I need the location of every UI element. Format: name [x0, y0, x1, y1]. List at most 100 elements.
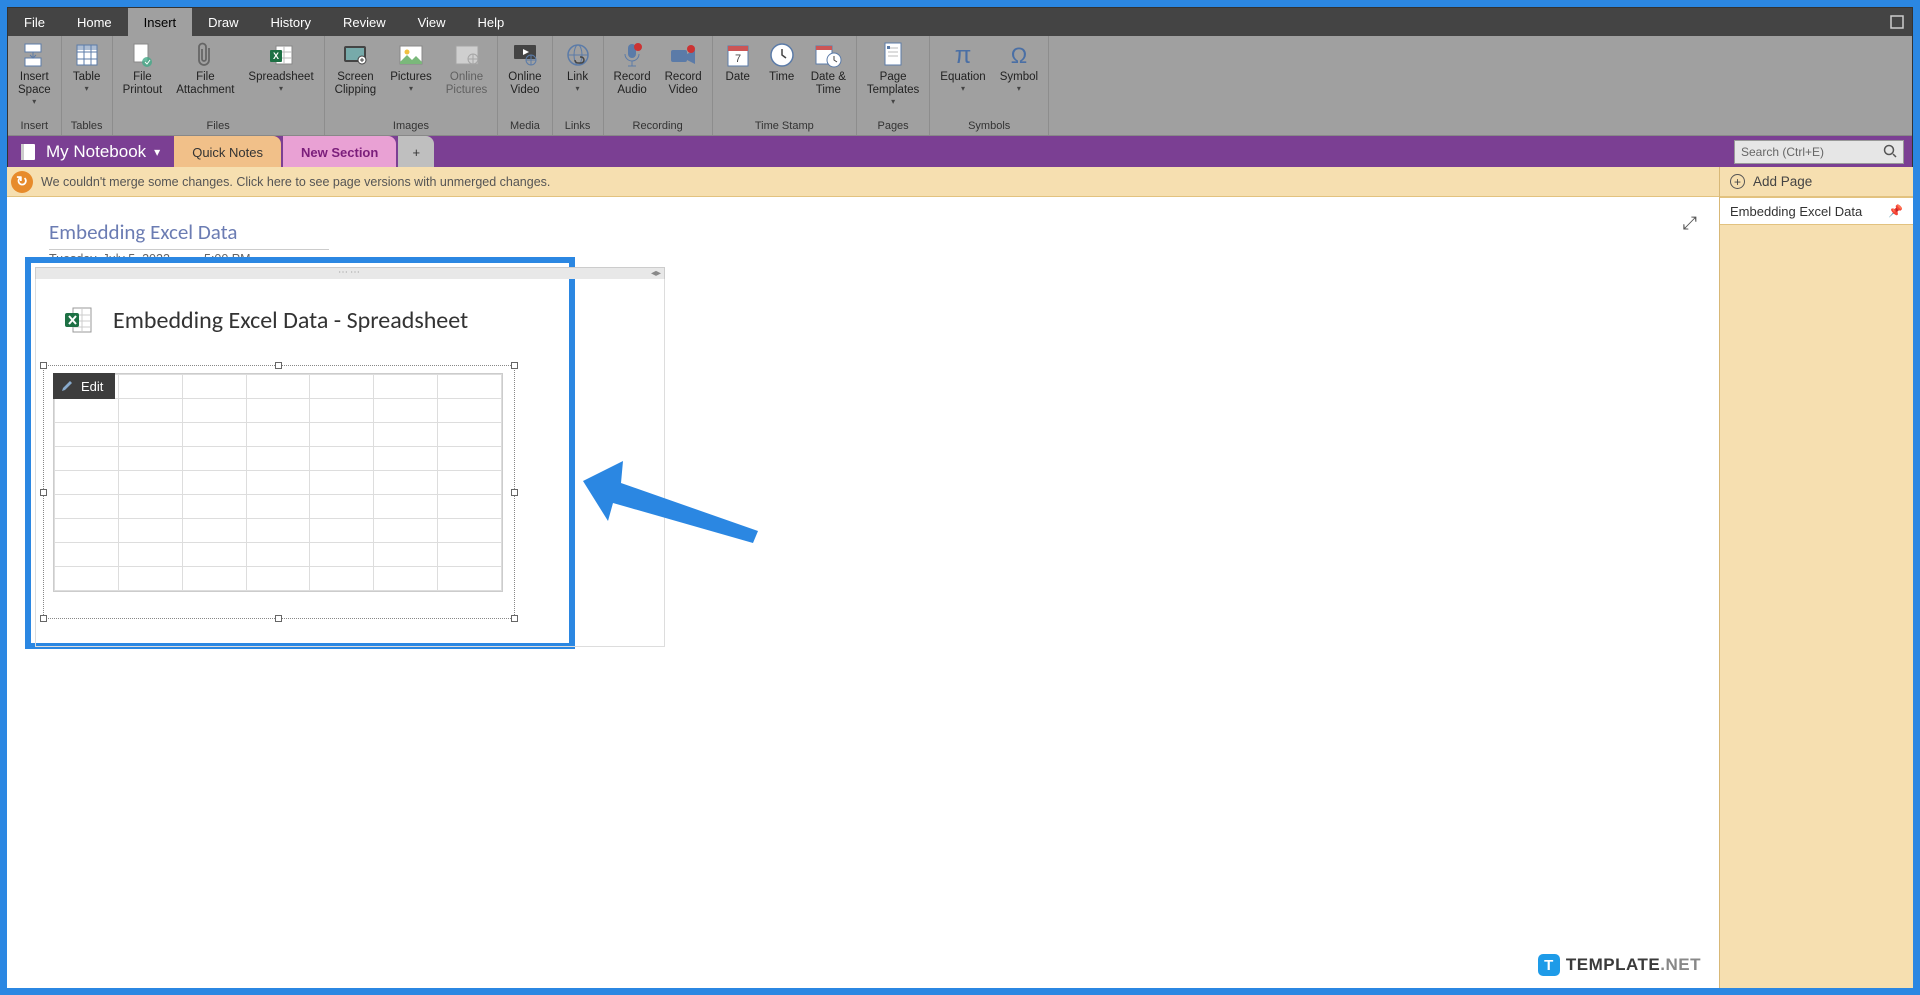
online-pictures-label: Online Pictures: [446, 71, 488, 97]
menu-file[interactable]: File: [8, 8, 61, 36]
menu-view[interactable]: View: [402, 8, 462, 36]
time-button[interactable]: Time: [761, 38, 803, 84]
page-surface[interactable]: ⤢ Embedding Excel Data Tuesday, July 5, …: [7, 197, 1719, 988]
group-symbols-label: Symbols: [934, 118, 1044, 135]
menu-help[interactable]: Help: [462, 8, 521, 36]
resize-handle-bl[interactable]: [40, 615, 47, 622]
resize-handle-tm[interactable]: [275, 362, 282, 369]
watermark-logo-icon: T: [1538, 954, 1560, 976]
date-button[interactable]: 7 Date: [717, 38, 759, 84]
page-title[interactable]: Embedding Excel Data: [49, 219, 329, 245]
notebook-icon: [18, 142, 38, 162]
embedded-object-title: Embedding Excel Data - Spreadsheet: [113, 306, 468, 335]
pictures-button[interactable]: Pictures ▾: [384, 38, 438, 93]
embedded-spreadsheet[interactable]: [53, 373, 503, 592]
search-input[interactable]: Search (Ctrl+E): [1734, 140, 1904, 164]
search-placeholder: Search (Ctrl+E): [1741, 145, 1824, 159]
online-pictures-icon: [453, 41, 481, 69]
menu-review[interactable]: Review: [327, 8, 402, 36]
insert-space-icon: [20, 41, 48, 69]
symbol-button[interactable]: Ω Symbol ▾: [994, 38, 1044, 93]
expand-icon[interactable]: ⤢: [1683, 213, 1697, 234]
spreadsheet-button[interactable]: X Spreadsheet ▾: [242, 38, 319, 93]
screen-clipping-label: Screen Clipping: [335, 71, 377, 97]
page-list-item-label: Embedding Excel Data: [1730, 204, 1862, 219]
file-attachment-button[interactable]: File Attachment: [170, 38, 240, 97]
notebook-title: My Notebook: [46, 142, 146, 162]
resize-handle-ml[interactable]: [40, 489, 47, 496]
resize-handle-tr[interactable]: [511, 362, 518, 369]
table-icon: [73, 41, 101, 69]
link-button[interactable]: Link ▾: [557, 38, 599, 93]
container-resize-handle[interactable]: ◂▸: [651, 268, 661, 279]
resize-handle-mr[interactable]: [511, 489, 518, 496]
warning-text: We couldn't merge some changes. Click he…: [41, 175, 550, 189]
svg-text:Ω: Ω: [1011, 43, 1027, 67]
group-pages-label: Pages: [861, 118, 925, 135]
group-media-label: Media: [502, 118, 547, 135]
watermark: T TEMPLATE.NET: [1538, 954, 1701, 976]
equation-button[interactable]: π Equation ▾: [934, 38, 991, 93]
insert-space-button[interactable]: Insert Space ▾: [12, 38, 57, 106]
microphone-icon: [618, 41, 646, 69]
tab-add-section[interactable]: +: [398, 136, 434, 168]
edit-button[interactable]: Edit: [53, 373, 115, 399]
merge-warning-bar[interactable]: ↻ We couldn't merge some changes. Click …: [7, 167, 1719, 197]
menu-home[interactable]: Home: [61, 8, 128, 36]
page-templates-icon: [879, 41, 907, 69]
online-video-icon: [511, 41, 539, 69]
menu-insert[interactable]: Insert: [128, 8, 193, 36]
screen-clipping-button[interactable]: Screen Clipping: [329, 38, 383, 97]
page-templates-button[interactable]: Page Templates ▾: [861, 38, 925, 106]
screen-clipping-icon: [341, 41, 369, 69]
page-list: + Add Page Embedding Excel Data 📌: [1719, 167, 1913, 988]
group-recording-label: Recording: [608, 118, 708, 135]
date-time-label: Date & Time: [811, 71, 846, 97]
page-templates-label: Page Templates: [867, 71, 919, 97]
date-label: Date: [726, 71, 750, 84]
time-label: Time: [769, 71, 794, 84]
resize-handle-bm[interactable]: [275, 615, 282, 622]
search-icon: [1883, 144, 1897, 161]
calendar-icon: 7: [724, 41, 752, 69]
svg-text:X: X: [273, 51, 279, 61]
record-video-label: Record Video: [665, 71, 702, 97]
file-printout-button[interactable]: File Printout: [117, 38, 169, 97]
menu-bar: File Home Insert Draw History Review Vie…: [8, 8, 1912, 36]
file-printout-label: File Printout: [123, 71, 163, 97]
tab-quick-notes[interactable]: Quick Notes: [174, 136, 281, 168]
online-video-button[interactable]: Online Video: [502, 38, 547, 97]
group-images-label: Images: [329, 118, 494, 135]
resize-handle-br[interactable]: [511, 615, 518, 622]
tab-new-section[interactable]: New Section: [283, 136, 396, 168]
link-icon: [564, 41, 592, 69]
symbol-label: Symbol: [1000, 71, 1038, 84]
pin-icon[interactable]: 📌: [1888, 204, 1903, 218]
link-label: Link: [567, 71, 588, 84]
camcorder-icon: [669, 41, 697, 69]
menu-draw[interactable]: Draw: [192, 8, 254, 36]
clock-icon: [768, 41, 796, 69]
add-page-button[interactable]: + Add Page: [1720, 167, 1913, 197]
svg-text:π: π: [955, 43, 972, 67]
group-links-label: Links: [557, 118, 599, 135]
date-time-button[interactable]: Date & Time: [805, 38, 852, 97]
group-files-label: Files: [117, 118, 320, 135]
date-time-icon: [814, 41, 842, 69]
file-attachment-label: File Attachment: [176, 71, 234, 97]
page-list-item[interactable]: Embedding Excel Data 📌: [1720, 197, 1913, 225]
svg-text:7: 7: [735, 53, 741, 65]
notebook-selector[interactable]: My Notebook ▾: [8, 136, 174, 168]
container-drag-handle[interactable]: ⋯⋯: [35, 267, 665, 279]
record-video-button[interactable]: Record Video: [659, 38, 708, 97]
online-video-label: Online Video: [508, 71, 541, 97]
chevron-down-icon: ▾: [154, 145, 160, 159]
table-button[interactable]: Table ▾: [66, 38, 108, 93]
record-audio-button[interactable]: Record Audio: [608, 38, 657, 97]
window-button[interactable]: [1882, 8, 1912, 36]
resize-handle-tl[interactable]: [40, 362, 47, 369]
omega-icon: Ω: [1005, 41, 1033, 69]
edit-label: Edit: [81, 379, 103, 394]
insert-space-label: Insert Space: [18, 71, 51, 97]
menu-history[interactable]: History: [255, 8, 327, 36]
